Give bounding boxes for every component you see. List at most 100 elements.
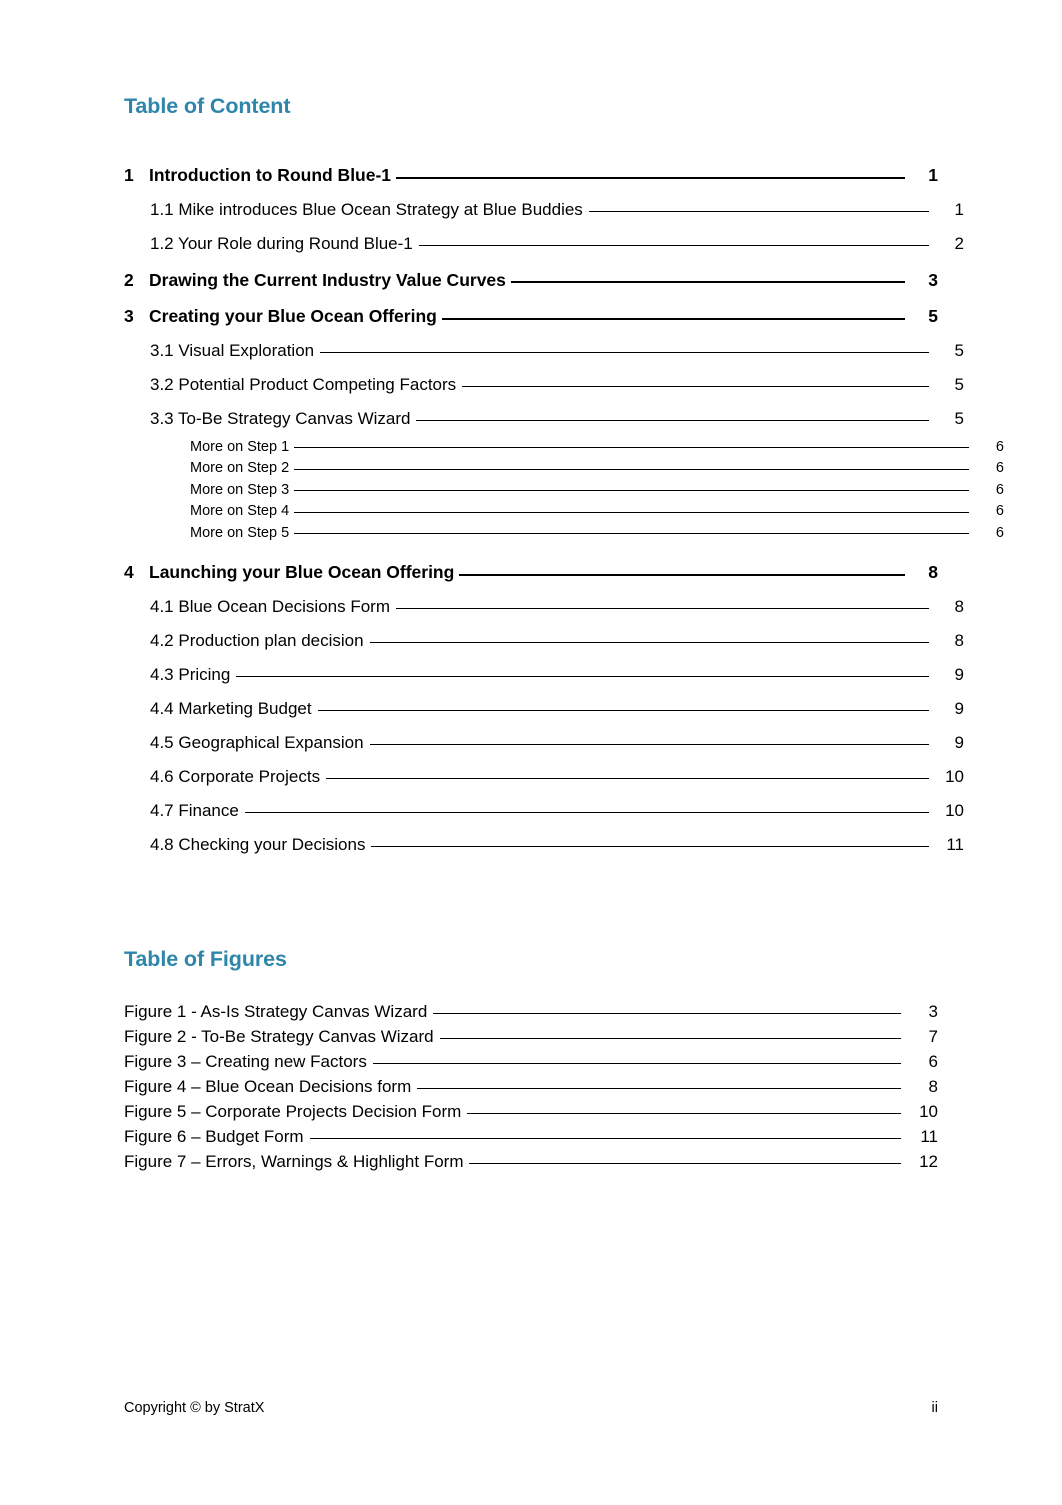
toc-entry[interactable]: 2 Drawing the Current Industry Value Curv… (124, 268, 938, 291)
toc-leader (317, 697, 929, 714)
toc-entry-label: 4.1 Blue Ocean Decisions Form (150, 597, 390, 617)
toc-entry-label: More on Step 2 (190, 460, 290, 477)
toc-entry-page: 8 (954, 597, 964, 617)
figure-entry-page: 12 (919, 1152, 938, 1172)
toc-entry-label: 4.2 Production plan decision (150, 631, 364, 651)
toc-entry-label: 4.3 Pricing (150, 665, 231, 685)
toc-entry-page: 2 (954, 234, 964, 254)
toc-entry-number: 2 (124, 269, 134, 290)
toc-entry[interactable]: 3.2 Potential Product Competing Factors 5 (124, 373, 964, 395)
toc-entry-label: More on Step 4 (190, 503, 290, 520)
toc-entry-label: 4.5 Geographical Expansion (150, 733, 364, 753)
toc-entry-label: 1.2 Your Role during Round Blue-1 (150, 234, 413, 254)
toc-entry-number: 4 (124, 562, 134, 583)
toc-entry-label: 3.2 Potential Product Competing Factors (150, 375, 457, 395)
page-number: ii (931, 1400, 938, 1416)
toc-entry-page: 5 (954, 341, 964, 361)
figure-entry-page: 7 (928, 1027, 938, 1047)
toc-entry-page: 9 (954, 665, 964, 685)
toc-leader (294, 501, 969, 516)
toc-entry-page: 6 (995, 460, 1004, 477)
figure-entry[interactable]: Figure 7 – Errors, Warnings & Highlight … (124, 1150, 938, 1172)
toc-entry-label: More on Step 3 (190, 481, 290, 498)
figure-leader (372, 1050, 901, 1067)
toc-entry-page: 9 (954, 733, 964, 753)
figure-entry[interactable]: Figure 1 - As-Is Strategy Canvas Wizard 3 (124, 1000, 938, 1022)
toc-entry-label: Launching your Blue Ocean Offering (149, 562, 455, 583)
toc-entry-label: More on Step 1 (190, 438, 290, 455)
heading-spacer (124, 120, 938, 150)
figure-entry[interactable]: Figure 3 – Creating new Factors 6 (124, 1050, 938, 1072)
toc-entry-page: 10 (945, 767, 964, 787)
toc-entry-label: 4.7 Finance (150, 801, 239, 821)
toc-entry-number: 3 (124, 306, 134, 327)
toc-leader (294, 458, 969, 473)
toc-leader (320, 339, 929, 356)
figure-entry-label: Figure 6 – Budget Form (124, 1127, 304, 1147)
figure-entry-label: Figure 7 – Errors, Warnings & Highlight … (124, 1152, 464, 1172)
toc-entry-page: 3 (928, 269, 938, 290)
toc-entry-page: 9 (954, 699, 964, 719)
figure-leader (467, 1100, 901, 1117)
copyright-text: Copyright © by StratX (124, 1400, 265, 1416)
figure-entry[interactable]: Figure 6 – Budget Form 11 (124, 1125, 938, 1147)
toc-entry[interactable]: More on Step 3 6 (124, 479, 1004, 498)
page-content: Table of Content 1 Introduction to Round … (124, 94, 1004, 1172)
toc-leader (396, 595, 929, 612)
toc-leader (326, 765, 929, 782)
toc-leader (294, 436, 969, 451)
toc-entry-page: 11 (946, 835, 964, 855)
toc-entry[interactable]: 3.3 To-Be Strategy Canvas Wizard 5 (124, 407, 964, 429)
figure-leader (433, 1000, 901, 1017)
toc-leader (459, 561, 905, 579)
toc-leader (418, 232, 929, 249)
document-page: Table of Content 1 Introduction to Round … (0, 0, 1062, 1505)
toc-entry[interactable]: 1 Introduction to Round Blue-1 1 (124, 164, 938, 187)
figure-entry[interactable]: Figure 2 - To-Be Strategy Canvas Wizard 7 (124, 1025, 938, 1047)
toc-entry[interactable]: 4.1 Blue Ocean Decisions Form 8 (124, 595, 964, 617)
toc-leader (416, 407, 929, 424)
toc-entry-page: 6 (995, 438, 1004, 455)
figure-leader (439, 1025, 901, 1042)
toc-entry[interactable]: 4.3 Pricing 9 (124, 663, 964, 685)
toc-entry[interactable]: 4.8 Checking your Decisions 11 (124, 833, 964, 855)
toc-leader (369, 629, 929, 646)
toc-entry[interactable]: 4.6 Corporate Projects 10 (124, 765, 964, 787)
figure-leader (309, 1125, 901, 1142)
toc-entry[interactable]: 4 Launching your Blue Ocean Offering 8 (124, 561, 938, 584)
toc-entry[interactable]: More on Step 4 6 (124, 501, 1004, 520)
toc-entry-page: 8 (954, 631, 964, 651)
toc-entry[interactable]: More on Step 5 6 (124, 522, 1004, 541)
toc-entry-label: More on Step 5 (190, 524, 290, 541)
toc-leader (462, 373, 929, 390)
toc-entry-label: Drawing the Current Industry Value Curve… (149, 269, 506, 290)
toc-entry[interactable]: 1.1 Mike introduces Blue Ocean Strategy … (124, 198, 964, 220)
toc-entry[interactable]: 1.2 Your Role during Round Blue-1 2 (124, 232, 964, 254)
toc-entry-page: 6 (995, 481, 1004, 498)
toc-entry[interactable]: 4.7 Finance 10 (124, 799, 964, 821)
toc-entry-label: 3.1 Visual Exploration (150, 341, 315, 361)
toc-entry-page: 1 (928, 165, 938, 186)
toc-leader (236, 663, 929, 680)
table-of-figures-list: Figure 1 - As-Is Strategy Canvas Wizard 3… (124, 1000, 938, 1172)
toc-entry[interactable]: 4.5 Geographical Expansion 9 (124, 731, 964, 753)
toc-entry[interactable]: 3.1 Visual Exploration 5 (124, 339, 964, 361)
toc-entry[interactable]: 4.4 Marketing Budget 9 (124, 697, 964, 719)
toc-entry[interactable]: 3 Creating your Blue Ocean Offering 5 (124, 305, 938, 328)
toc-entry[interactable]: More on Step 2 6 (124, 458, 1004, 477)
page-footer: Copyright © by StratX ii (124, 1400, 938, 1416)
toc-entry[interactable]: More on Step 1 6 (124, 436, 1004, 455)
figure-entry-page: 11 (920, 1127, 938, 1147)
toc-entry-number: 1 (124, 165, 134, 186)
figure-entry-page: 6 (928, 1052, 938, 1072)
figure-entry-label: Figure 4 – Blue Ocean Decisions form (124, 1077, 412, 1097)
toc-entry-label: 1.1 Mike introduces Blue Ocean Strategy … (150, 200, 583, 220)
figure-entry[interactable]: Figure 5 – Corporate Projects Decision F… (124, 1100, 938, 1122)
toc-entry[interactable]: 4.2 Production plan decision 8 (124, 629, 964, 651)
toc-leader (371, 833, 929, 850)
toc-leader (294, 479, 969, 494)
toc-entry-page: 10 (945, 801, 964, 821)
toc-entry-label: 4.6 Corporate Projects (150, 767, 321, 787)
figure-entry[interactable]: Figure 4 – Blue Ocean Decisions form 8 (124, 1075, 938, 1097)
